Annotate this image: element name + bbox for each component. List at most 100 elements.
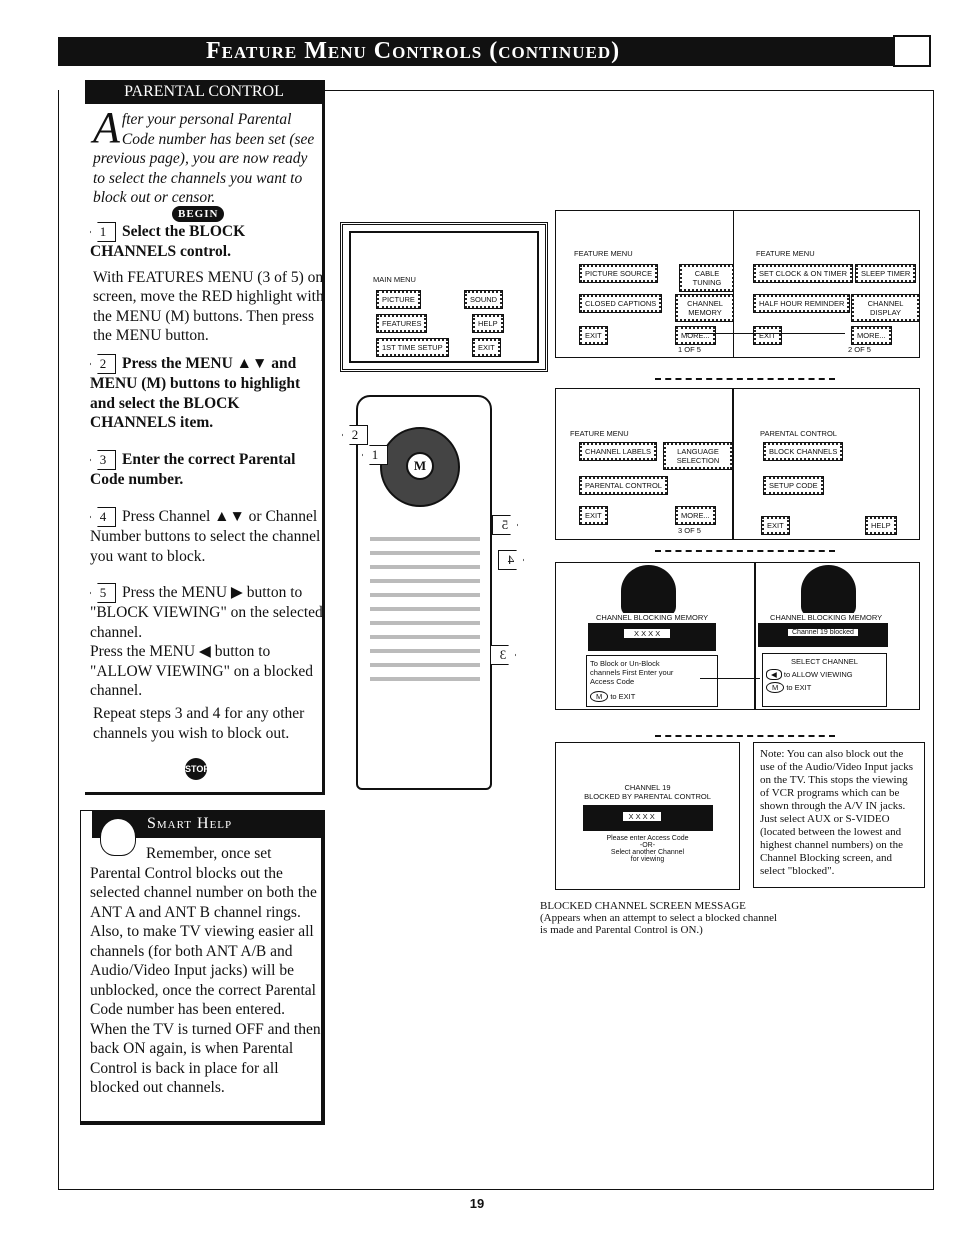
status-text: Channel 19 blocked bbox=[788, 629, 858, 636]
menu-item[interactable]: BLOCK CHANNELS bbox=[762, 442, 844, 461]
repeat-text: Repeat steps 3 and 4 for any other chann… bbox=[93, 705, 305, 742]
menu-item: CHANNEL DISPLAY bbox=[851, 294, 920, 322]
step-text: Enter the correct Parental Code number. bbox=[90, 451, 296, 488]
note-box: Note: You can also block out the use of … bbox=[753, 742, 925, 888]
menu-item[interactable]: PARENTAL CONTROL bbox=[579, 476, 668, 495]
menu-item: FEATURES bbox=[375, 314, 428, 333]
channel-blocking-screen-2: CHANNEL BLOCKING MEMORY Channel 19 block… bbox=[755, 562, 920, 710]
exit-hint: to EXIT bbox=[610, 692, 636, 701]
step-detail: Press the MENU ◀ button to "ALLOW VIEWIN… bbox=[90, 643, 313, 699]
page-indicator: 2 OF 5 bbox=[848, 345, 871, 354]
menu-item: HELP bbox=[865, 516, 897, 535]
allow-hint: to ALLOW VIEWING bbox=[783, 670, 853, 679]
blocked-line: BLOCKED BY PARENTAL CONTROL bbox=[584, 792, 711, 801]
menu-item: PICTURE bbox=[376, 290, 421, 309]
step-4: 4 Press Channel ▲▼ or Channel Number butt… bbox=[90, 507, 325, 566]
step-number: 1 bbox=[90, 222, 116, 242]
message: -OR- bbox=[639, 842, 656, 849]
menu-item: CHANNEL MEMORY bbox=[675, 294, 735, 322]
screen-title: FEATURE MENU bbox=[570, 429, 629, 438]
begin-badge: BEGIN bbox=[172, 206, 225, 222]
code-field: X X X X bbox=[622, 812, 661, 821]
feature-menu-1-screen: FEATURE MENU PICTURE SOURCE CABLE TUNING… bbox=[555, 210, 735, 358]
menu-item: MORE... bbox=[851, 326, 892, 345]
main-menu-screen: MAIN MENU PICTURE SOUND FEATURES HELP 1S… bbox=[340, 222, 548, 372]
step-text: Press Channel ▲▼ or Channel Number butto… bbox=[90, 508, 321, 565]
exit-hint: to EXIT bbox=[786, 683, 812, 692]
dashed-arrow bbox=[655, 378, 835, 380]
menu-item: 1ST TIME SETUP bbox=[376, 338, 449, 357]
step-2: 2 Press the MENU ▲▼ and MENU (M) buttons … bbox=[90, 354, 325, 433]
feature-menu-3-screen: FEATURE MENU CHANNEL LABELS LANGUAGE SEL… bbox=[555, 388, 733, 540]
menu-item: HALF HOUR REMINDER bbox=[752, 294, 851, 313]
step-text: Press the MENU ▲▼ and MENU (M) buttons t… bbox=[90, 355, 301, 431]
left-key-icon: ◀ bbox=[766, 669, 782, 680]
select-hint: SELECT CHANNEL bbox=[791, 657, 858, 666]
message-box: To Block or Un-Block channels First Ente… bbox=[586, 655, 718, 707]
divider bbox=[325, 90, 934, 91]
code-bar: X X X X bbox=[588, 623, 716, 651]
screen-title: FEATURE MENU bbox=[756, 249, 815, 258]
menu-item: MORE... bbox=[675, 506, 716, 525]
menu-item: CHANNEL LABELS bbox=[579, 442, 657, 461]
channel-blocking-screen-1: CHANNEL BLOCKING MEMORY X X X X To Block… bbox=[555, 562, 755, 710]
menu-item: SOUND bbox=[463, 290, 504, 309]
message-box: SELECT CHANNEL ◀ to ALLOW VIEWING M to E… bbox=[762, 653, 887, 707]
menu-item: LANGUAGE SELECTION bbox=[663, 442, 733, 470]
channel-line: CHANNEL 19 bbox=[624, 783, 671, 792]
drop-cap: A bbox=[93, 103, 120, 152]
status-bar: Channel 19 blocked bbox=[758, 623, 888, 647]
step-1: 1 Select the BLOCK CHANNELS control. With … bbox=[90, 222, 325, 346]
menu-item: SLEEP TIMER bbox=[854, 264, 917, 283]
message: To Block or Un-Block channels First Ente… bbox=[590, 659, 674, 686]
menu-key-icon: M bbox=[766, 682, 785, 693]
step-text: Press the MENU ▶ button to "BLOCK VIEWIN… bbox=[90, 584, 323, 641]
dashed-arrow bbox=[655, 550, 835, 552]
step-detail: With FEATURES MENU (3 of 5) on screen, m… bbox=[93, 268, 324, 345]
woman-image bbox=[621, 565, 676, 617]
menu-item: MORE... bbox=[675, 326, 716, 345]
step-number: 4 bbox=[90, 507, 116, 527]
caption-title: BLOCKED CHANNEL SCREEN MESSAGE bbox=[540, 900, 746, 912]
keypad bbox=[370, 527, 480, 687]
stop-icon: STOP bbox=[185, 758, 209, 780]
arrow bbox=[700, 678, 760, 679]
step-3: 3 Enter the correct Parental Code number. bbox=[90, 450, 325, 490]
dashed-arrow bbox=[655, 735, 835, 737]
screen-title: CHANNEL BLOCKING MEMORY bbox=[770, 613, 883, 622]
step-5: 5 Press the MENU ▶ button to "BLOCK VIEWI… bbox=[90, 583, 325, 701]
step-number: 2 bbox=[90, 354, 116, 374]
menu-item: SET CLOCK & ON TIMER bbox=[752, 264, 854, 283]
menu-item: CLOSED CAPTIONS bbox=[578, 294, 663, 313]
caption-text: (Appears when an attempt to select a blo… bbox=[540, 912, 778, 936]
message: for viewing bbox=[630, 856, 665, 863]
screen-title: CHANNEL BLOCKING MEMORY bbox=[596, 613, 709, 622]
section-heading: PARENTAL CONTROL bbox=[85, 80, 323, 104]
step-number: 3 bbox=[90, 450, 116, 470]
step-number: 5 bbox=[90, 583, 116, 603]
menu-item: EXIT bbox=[761, 516, 790, 535]
menu-item: EXIT bbox=[472, 338, 501, 357]
message: Please enter Access Code bbox=[606, 835, 689, 842]
intro-text: After your personal Parental Code number… bbox=[93, 103, 321, 208]
blocked-channel-screen: CHANNEL 19 BLOCKED BY PARENTAL CONTROL X… bbox=[555, 742, 740, 890]
menu-item: HELP bbox=[472, 314, 504, 333]
menu-item: EXIT bbox=[579, 506, 608, 525]
menu-item: EXIT bbox=[753, 326, 782, 345]
woman-image bbox=[801, 565, 856, 617]
menu-item: CABLE TUNING bbox=[679, 264, 735, 292]
screen-title: MAIN MENU bbox=[373, 275, 416, 284]
code-field: X X X X bbox=[624, 629, 671, 638]
tv-icon bbox=[893, 35, 931, 67]
feature-menu-2-screen: FEATURE MENU SET CLOCK & ON TIMER SLEEP … bbox=[733, 210, 920, 358]
intro-body: fter your personal Parental Code number … bbox=[93, 111, 315, 206]
screen-title: FEATURE MENU bbox=[574, 249, 633, 258]
page-indicator: 3 OF 5 bbox=[678, 526, 701, 535]
smart-help-body: Remember, once set Parental Control bloc… bbox=[90, 845, 321, 1096]
message: Select another Channel bbox=[610, 849, 685, 856]
page-indicator: 1 OF 5 bbox=[678, 345, 701, 354]
screen-title: PARENTAL CONTROL bbox=[760, 429, 837, 438]
menu-key-icon: M bbox=[590, 691, 609, 702]
page-number: 19 bbox=[469, 1196, 485, 1211]
menu-m-button: M bbox=[406, 452, 434, 480]
